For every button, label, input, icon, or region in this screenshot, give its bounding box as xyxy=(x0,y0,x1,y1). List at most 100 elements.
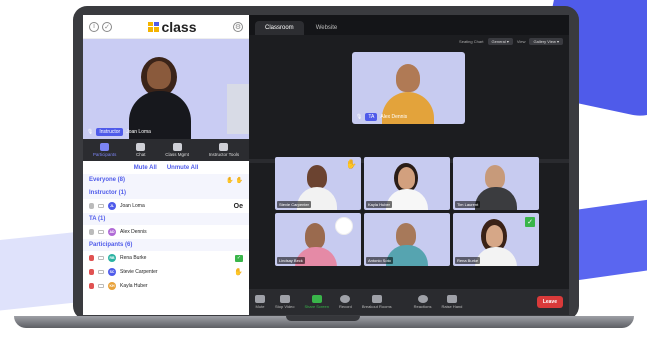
seating-chart-value: General xyxy=(491,38,506,44)
control-bar: Mute Stop Video Share Screen Record Brea… xyxy=(249,289,569,315)
camera-icon[interactable] xyxy=(98,256,104,260)
record-button[interactable]: Record xyxy=(339,295,352,309)
participant-face xyxy=(396,223,416,247)
participant-face xyxy=(307,165,327,189)
view-controls: Seating Chart General ▾ View Gallery Vie… xyxy=(249,35,569,47)
wall-clock xyxy=(335,217,353,235)
group-title: TA (1) xyxy=(89,216,106,222)
raised-hand-icon: ✋ xyxy=(234,269,243,276)
group-header-participants[interactable]: Participants (6) xyxy=(83,239,249,251)
raise-hand-button[interactable]: Raise Hand xyxy=(441,295,462,309)
mic-icon[interactable] xyxy=(89,203,94,209)
button-label: Breakout Rooms xyxy=(361,304,392,309)
participant-body xyxy=(386,189,428,210)
participant-name: Stevie Carpenter xyxy=(120,269,158,275)
check-icon: ✓ xyxy=(525,217,535,227)
hand-icon: ✋ ✋ xyxy=(226,178,243,184)
stage-area: 🎙 TA Alex Dennis xyxy=(249,47,569,159)
leave-button[interactable]: Leave xyxy=(536,296,563,308)
list-item[interactable]: JL Joan Loma Oe xyxy=(83,199,249,213)
tile-name: Rena Burke xyxy=(455,257,481,264)
tile-name: Lindsay Beck xyxy=(277,257,305,264)
mute-button[interactable]: Mute xyxy=(255,295,265,309)
avatar: RB xyxy=(108,254,116,262)
shield-icon[interactable]: ✓ xyxy=(102,21,112,32)
avatar: AD xyxy=(108,228,116,236)
ta-name-tag: 🎙 TA Alex Dennis xyxy=(356,113,407,121)
video-tile[interactable]: Kayla Huber xyxy=(364,157,450,210)
list-item[interactable]: SC Stevie Carpenter ✋ xyxy=(83,265,249,279)
list-item[interactable]: AD Alex Dennis xyxy=(83,225,249,239)
right-panel: Classroom Website Seating Chart General … xyxy=(249,15,569,315)
hand-icon xyxy=(446,295,457,303)
video-icon xyxy=(279,295,290,303)
unmute-all-button[interactable]: Unmute All xyxy=(167,165,198,174)
list-item[interactable]: KH Kayla Huber xyxy=(83,279,249,293)
role-badge: TA xyxy=(365,113,378,121)
left-topbar: i ✓ class ⚙ xyxy=(83,15,249,39)
participant-name: Alex Dennis xyxy=(120,229,147,235)
participant-name: Alex Dennis xyxy=(380,114,408,120)
tool-instructor-tools[interactable]: Instructor Tools xyxy=(209,143,239,157)
instructor-name-tag: 🎙 Instructor Joan Loma xyxy=(87,128,151,136)
gallery-grid: ✋ Stevie Carpenter Kayla Huber Tim Laure… xyxy=(275,157,539,266)
video-tile[interactable]: Tim Laurent xyxy=(453,157,539,210)
info-icon[interactable]: i xyxy=(89,21,99,32)
group-header-ta[interactable]: TA (1) xyxy=(83,213,249,225)
logo-text: class xyxy=(161,18,197,35)
list-item[interactable]: RB Rena Burke ✓ xyxy=(83,251,249,265)
instructor-face xyxy=(147,61,171,89)
video-tile[interactable]: ✋ Stevie Carpenter xyxy=(275,157,361,210)
chat-icon xyxy=(136,143,146,151)
tool-chat[interactable]: Chat xyxy=(136,143,146,157)
button-label: Raise Hand xyxy=(441,304,463,309)
video-tile[interactable]: ✓ Rena Burke xyxy=(453,213,539,266)
tool-participants[interactable]: Participants xyxy=(93,143,116,157)
participant-face xyxy=(305,223,325,249)
tool-label: Instructor Tools xyxy=(208,152,240,157)
button-label: Record xyxy=(338,304,352,309)
mic-muted-icon[interactable] xyxy=(89,283,94,289)
instructor-video[interactable]: 🎙 Instructor Joan Loma xyxy=(83,39,249,139)
mute-all-button[interactable]: Mute All xyxy=(134,165,157,174)
camera-icon[interactable] xyxy=(98,230,104,234)
camera-icon[interactable] xyxy=(98,270,104,274)
raised-hand-icon: ✋ xyxy=(345,159,357,169)
participant-body xyxy=(475,187,517,210)
camera-icon[interactable] xyxy=(98,204,104,208)
gear-icon[interactable]: ⚙ xyxy=(232,21,243,32)
mic-icon xyxy=(255,295,265,303)
share-icon xyxy=(311,295,322,303)
seating-chart-select[interactable]: General ▾ xyxy=(487,37,513,45)
mute-controls: Mute All Unmute All xyxy=(83,161,249,174)
tile-name: Kayla Huber xyxy=(366,201,393,208)
participant-name: Kayla Huber xyxy=(120,283,148,289)
reactions-button[interactable]: Reactions xyxy=(413,295,432,309)
breakout-rooms-button[interactable]: Breakout Rooms xyxy=(362,295,392,309)
mic-icon[interactable] xyxy=(89,229,94,235)
tab-website[interactable]: Website xyxy=(306,21,348,35)
view-select[interactable]: Gallery View ▾ xyxy=(529,37,563,45)
share-screen-button[interactable]: Share Screen xyxy=(305,295,329,309)
laptop-notch xyxy=(286,316,360,321)
video-tile[interactable]: Lindsay Beck xyxy=(275,213,361,266)
tile-name: Antonio Soto xyxy=(366,257,393,264)
everyone-header[interactable]: Everyone (8) ✋ ✋ xyxy=(83,174,249,187)
stop-video-button[interactable]: Stop Video xyxy=(275,295,295,309)
video-tile[interactable]: Antonio Soto xyxy=(364,213,450,266)
app-screen: i ✓ class ⚙ 🎙 Instructor Joan Loma Parti… xyxy=(83,15,569,315)
tab-classroom[interactable]: Classroom xyxy=(255,21,304,35)
group-title: Instructor (1) xyxy=(89,190,127,196)
group-header-instructor[interactable]: Instructor (1) xyxy=(83,187,249,199)
view-label: View xyxy=(516,38,526,44)
camera-icon[interactable] xyxy=(98,284,104,288)
participant-name: Joan Loma xyxy=(126,129,151,135)
tool-class-mgmt[interactable]: Class Mgmt xyxy=(165,143,189,157)
mic-muted-icon[interactable] xyxy=(89,255,94,261)
button-label: Reactions xyxy=(413,304,432,309)
ta-video-tile[interactable]: 🎙 TA Alex Dennis xyxy=(352,52,465,124)
tile-name: Tim Laurent xyxy=(455,201,481,208)
mic-muted-icon[interactable] xyxy=(89,269,94,275)
participant-name: Rena Burke xyxy=(120,255,147,261)
participant-list: Mute All Unmute All Everyone (8) ✋ ✋ Ins… xyxy=(83,161,249,315)
